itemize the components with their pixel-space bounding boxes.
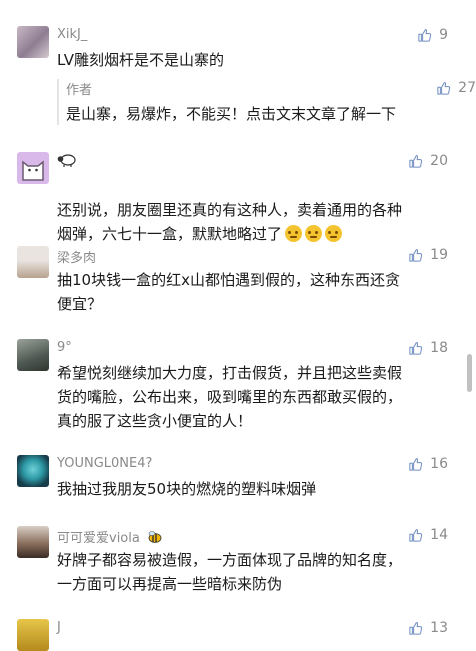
comment-author[interactable]: YOUNGL0NE4?	[57, 456, 152, 471]
thumbs-up-icon	[408, 248, 423, 263]
thumbs-up-icon	[408, 457, 423, 472]
pleading-face-emoji	[305, 225, 323, 242]
like-button[interactable]: 9	[417, 27, 448, 43]
thumbs-up-icon	[436, 81, 451, 96]
author-reply: 作者 27 是山寨，易爆炸，不能买！点击文末文章了解一下	[57, 79, 476, 125]
comment-author[interactable]: J	[57, 620, 61, 635]
avatar[interactable]	[17, 526, 49, 558]
like-count: 18	[430, 340, 448, 356]
comment-text: 我抽过我朋友50块的燃烧的塑料味烟弹	[57, 480, 317, 498]
like-button[interactable]: 20	[408, 153, 448, 169]
reply-author: 作者	[66, 83, 93, 98]
scrollbar-thumb[interactable]	[467, 354, 472, 392]
comment-text: 抽10块钱一盒的红x山都怕遇到假的，这种东西还贪 便宜？	[57, 271, 400, 313]
thumbs-up-icon	[408, 341, 423, 356]
like-count: 20	[430, 153, 448, 169]
like-count: 13	[430, 620, 448, 636]
avatar[interactable]	[17, 619, 49, 651]
like-button[interactable]: 16	[408, 456, 448, 472]
pleading-face-emoji	[325, 225, 343, 242]
comment-author[interactable]: 梁多肉	[57, 247, 96, 266]
bee-icon	[148, 531, 162, 543]
comment-author[interactable]	[57, 153, 77, 171]
avatar[interactable]	[17, 246, 49, 278]
avatar[interactable]	[17, 26, 49, 58]
cat-avatar-icon	[22, 160, 44, 181]
comment-author[interactable]: 9°	[57, 340, 72, 355]
comment-text: LV雕刻烟杆是不是山寨的	[57, 51, 224, 69]
comment-author[interactable]: XikJ_	[57, 27, 87, 42]
thumbs-up-icon	[408, 154, 423, 169]
avatar[interactable]	[17, 152, 49, 184]
like-count: 16	[430, 456, 448, 472]
like-count: 14	[430, 527, 448, 543]
like-button[interactable]: 14	[408, 527, 448, 543]
reply-text: 是山寨，易爆炸，不能买！点击文末文章了解一下	[66, 105, 397, 123]
like-button[interactable]: 18	[408, 340, 448, 356]
thumbs-up-icon	[408, 621, 423, 636]
thumbs-up-icon	[417, 28, 432, 43]
like-button[interactable]: 19	[408, 247, 448, 263]
sheep-icon	[57, 154, 76, 167]
comment-text: 希望悦刻继续加大力度，打击假货，并且把这些卖假 货的嘴脸，公布出来，吸到嘴里的东…	[57, 364, 403, 430]
comment-text-body: 还别说，朋友圈里还真的有这种人，卖着通用的各种 烟弹，六七十一盒，默默地略过了	[57, 201, 403, 243]
reply-like-button[interactable]: 27	[436, 80, 476, 96]
comment-author[interactable]: 可可爱爱viola	[57, 527, 163, 546]
avatar[interactable]	[17, 455, 49, 487]
like-count: 27	[458, 80, 476, 96]
like-count: 9	[439, 27, 448, 43]
comment-text: 还别说，朋友圈里还真的有这种人，卖着通用的各种 烟弹，六七十一盒，默默地略过了	[57, 174, 457, 246]
like-count: 19	[430, 247, 448, 263]
like-button[interactable]: 13	[408, 620, 448, 636]
avatar[interactable]	[17, 339, 49, 371]
comment-text: 好牌子都容易被造假，一方面体现了品牌的知名度， 一方面可以再提高一些暗标来防伪	[57, 551, 403, 593]
comment-author-name: 可可爱爱viola	[57, 531, 140, 546]
thumbs-up-icon	[408, 528, 423, 543]
pleading-face-emoji	[285, 225, 303, 242]
